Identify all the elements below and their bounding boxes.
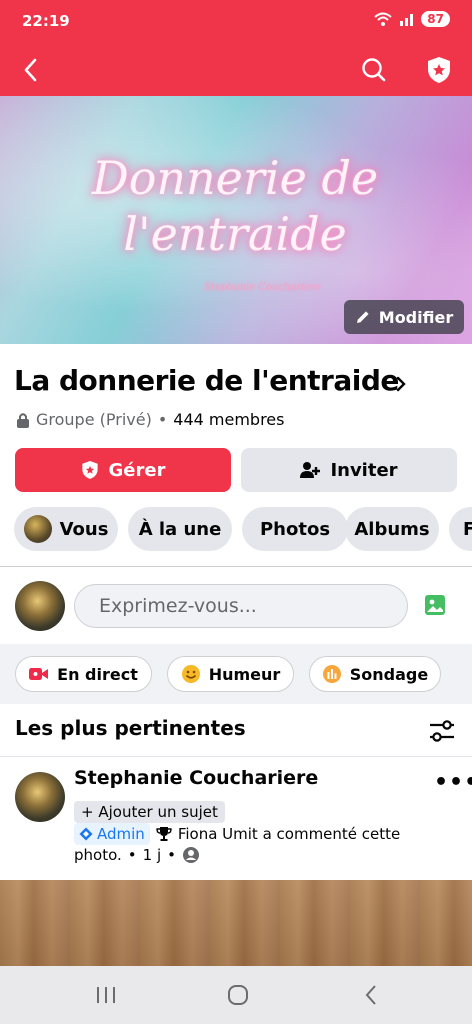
cover-title-line2: l'entraide: [123, 207, 347, 261]
group-meta: Groupe (Privé) • 444 membres: [16, 410, 284, 429]
avatar: [23, 515, 52, 543]
composer-input[interactable]: Exprimez-vous...: [74, 584, 408, 628]
tab-albums[interactable]: Albums: [345, 507, 439, 551]
pencil-icon: [356, 311, 369, 323]
post-meta-line: photo. • 1 j •: [74, 846, 200, 864]
tab-label: Vous: [59, 518, 109, 540]
signal-icon: [400, 14, 414, 26]
invite-button[interactable]: Inviter: [241, 448, 457, 492]
post-more-button[interactable]: •••: [434, 770, 472, 795]
home-button[interactable]: [223, 982, 253, 1008]
status-icons: 87: [373, 11, 450, 27]
home-icon: [228, 985, 248, 1005]
system-back-button[interactable]: [356, 982, 386, 1008]
recent-apps-icon: [97, 987, 115, 1003]
tab-photos[interactable]: Photos: [242, 507, 348, 551]
edit-cover-button[interactable]: Modifier: [344, 300, 464, 334]
admin-badge: Admin: [74, 823, 150, 845]
admin-label: Admin: [97, 825, 145, 843]
avatar[interactable]: [15, 581, 65, 631]
live-label: En direct: [57, 664, 138, 684]
divider: [0, 756, 472, 757]
meta-dot: •: [167, 846, 176, 864]
tab-featured[interactable]: À la une: [128, 507, 232, 551]
back-arrow-icon: [24, 58, 37, 82]
post-author[interactable]: Stephanie Couchariere: [74, 767, 318, 789]
mood-label: Humeur: [208, 664, 281, 684]
chevron-right-icon[interactable]: [396, 376, 406, 392]
group-privacy: Groupe (Privé): [36, 410, 152, 429]
filter-sliders-icon[interactable]: [428, 718, 456, 744]
post-photo[interactable]: [0, 880, 472, 966]
manage-label: Gérer: [108, 459, 166, 481]
post-time[interactable]: 1 j: [143, 846, 161, 864]
post-context-line: Admin Fiona Umit a commenté cette: [74, 823, 400, 845]
poll-icon: [322, 665, 341, 683]
system-nav-bar: [0, 966, 472, 1024]
poll-label: Sondage: [349, 664, 429, 684]
status-bar: 22:19 87: [0, 0, 472, 44]
photo-icon[interactable]: [424, 593, 446, 617]
tab-you[interactable]: Vous: [14, 507, 118, 551]
avatar[interactable]: [15, 772, 65, 822]
mood-chip[interactable]: Humeur: [167, 656, 294, 692]
tab-label: À la une: [138, 518, 222, 540]
search-icon: [362, 58, 386, 82]
invite-label: Inviter: [330, 459, 398, 481]
tab-label: Albums: [354, 518, 430, 540]
meta-separator: •: [157, 410, 168, 429]
poll-chip[interactable]: Sondage: [309, 656, 441, 692]
feed-sort-label[interactable]: Les plus pertinentes: [15, 716, 246, 740]
invite-person-icon: [300, 462, 321, 478]
tab-label: Photos: [259, 518, 331, 540]
add-topic-button[interactable]: + Ajouter un sujet: [74, 801, 225, 823]
system-back-icon: [365, 985, 376, 1005]
group-name[interactable]: La donnerie de l'entraide: [14, 364, 399, 397]
photo-overlay: [0, 880, 472, 966]
group-member-count[interactable]: 444 membres: [173, 410, 284, 429]
app-header: [0, 44, 472, 96]
lock-icon: [17, 412, 29, 428]
privacy-friends-icon: [182, 847, 199, 863]
admin-tools-button[interactable]: [423, 54, 455, 86]
cover-title-line1: Donnerie de: [91, 151, 379, 205]
wifi-icon: [374, 12, 392, 26]
admin-shield-icon: [428, 57, 450, 83]
meta-dot: •: [127, 846, 137, 864]
activity-text-cont: photo.: [74, 846, 122, 864]
manage-button[interactable]: Gérer: [15, 448, 231, 492]
edit-cover-label: Modifier: [378, 307, 454, 327]
live-chip[interactable]: En direct: [15, 656, 152, 692]
tab-label: F: [463, 518, 472, 540]
composer-placeholder: Exprimez-vous...: [99, 595, 257, 617]
search-button[interactable]: [358, 54, 390, 86]
mood-icon: [181, 665, 200, 683]
back-button[interactable]: [14, 54, 46, 86]
admin-diamond-icon: [79, 827, 93, 841]
battery-level: 87: [421, 11, 450, 27]
trophy-icon: [156, 827, 172, 841]
divider: [0, 566, 472, 567]
tab-files[interactable]: F: [449, 507, 472, 551]
cover-title: Donnerie de l'entraide: [70, 150, 400, 262]
live-video-icon: [29, 668, 49, 680]
activity-text: Fiona Umit a commenté cette: [177, 825, 401, 843]
cover-signature: Stephanie Couchariere: [204, 282, 322, 293]
group-tabs: Vous À la une Photos Albums F: [14, 507, 472, 551]
status-time: 22:19: [22, 12, 70, 30]
admin-shield-icon: [81, 461, 98, 479]
recent-apps-button[interactable]: [91, 982, 121, 1008]
